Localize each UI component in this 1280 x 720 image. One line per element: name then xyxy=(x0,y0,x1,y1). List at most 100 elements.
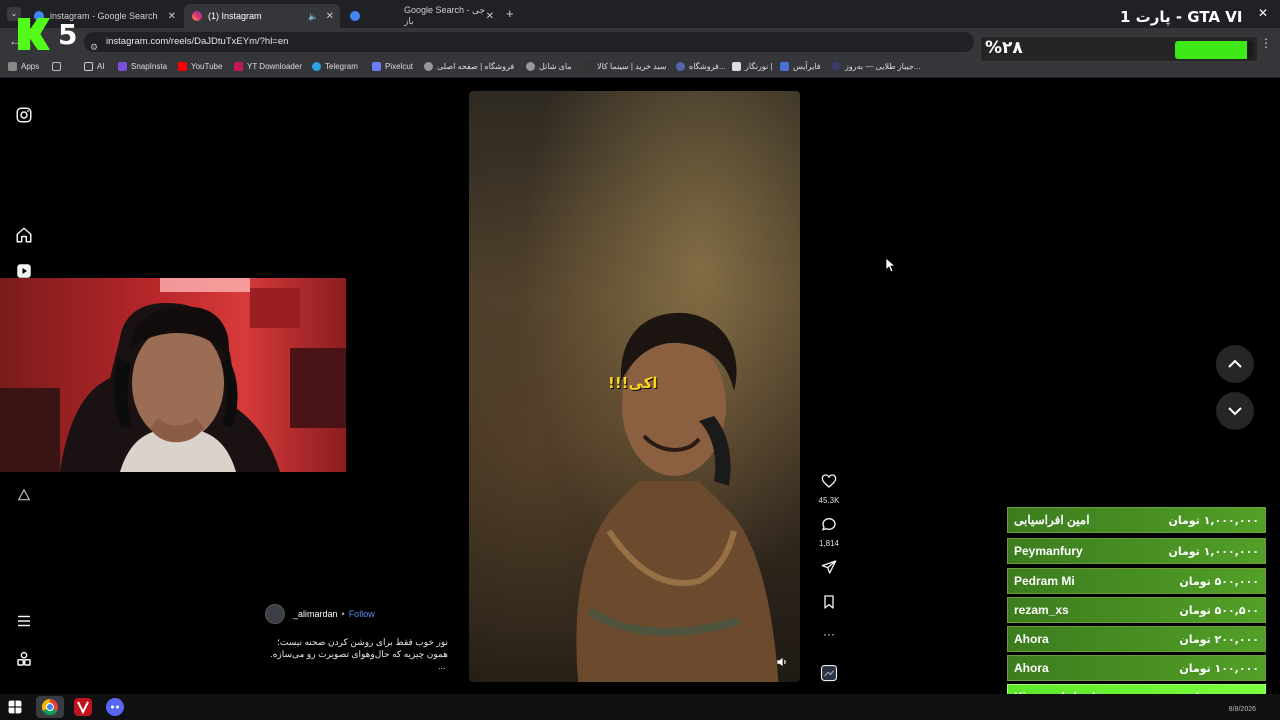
donation-row: Ahora ۱۰۰,۰۰۰ تومان xyxy=(1007,655,1266,681)
send-icon xyxy=(821,560,837,574)
globe-icon xyxy=(526,62,535,71)
app-taskbar-item[interactable] xyxy=(74,698,92,716)
more-options-icon[interactable]: ··· xyxy=(819,627,839,641)
audio-cover-icon xyxy=(820,664,838,682)
tab-instagram[interactable]: (1) Instagram 🔈 ✕ xyxy=(184,4,340,28)
url-field[interactable]: ⚙ instagram.com/reels/DaJDtuTxEYm/?hl=en xyxy=(84,32,974,52)
new-tab-button[interactable]: + xyxy=(506,6,514,21)
follow-button[interactable]: Follow xyxy=(349,609,375,619)
bookmark-fireice[interactable]: فایرآیس xyxy=(780,62,821,71)
home-icon[interactable] xyxy=(15,226,33,244)
speaker-icon[interactable]: 🔈 xyxy=(308,12,318,21)
goal-progress-fill xyxy=(1175,41,1247,59)
bookmark-jibaz[interactable]: جیباز طلایی — به‌روز... xyxy=(832,62,921,71)
save-button[interactable] xyxy=(819,594,839,615)
v-app-icon xyxy=(77,701,89,715)
cinemakala-icon xyxy=(584,62,593,71)
stream-title: پارت 1 - GTA VI xyxy=(1120,8,1243,26)
discord-taskbar-item[interactable] xyxy=(106,698,124,716)
bookmark-apps[interactable]: Apps xyxy=(8,62,39,71)
tab-close-button[interactable]: ✕ xyxy=(486,11,494,22)
bookmark-telegram[interactable]: Telegram xyxy=(312,62,358,71)
instagram-favicon-icon xyxy=(192,11,202,21)
heart-icon xyxy=(821,474,837,488)
next-reel-button[interactable] xyxy=(1216,392,1254,430)
screen: { "browser": { "tabs": [ {"label": "inst… xyxy=(0,0,1280,720)
windows-start-icon[interactable] xyxy=(8,700,22,714)
bookmark-noorangar[interactable]: نورنگار | xyxy=(732,62,772,71)
share-button[interactable] xyxy=(819,559,839,580)
webcam-overlay xyxy=(0,278,346,472)
tab-google-search-2[interactable]: Google Search - جی باز ✕ xyxy=(342,4,500,28)
globe-icon xyxy=(424,62,433,71)
chrome-icon xyxy=(41,698,58,716)
reel-video[interactable]: !!!اکی xyxy=(469,91,800,682)
telegram-icon xyxy=(312,62,321,71)
more-link[interactable]: ... xyxy=(262,660,448,672)
tab-close-button[interactable]: ✕ xyxy=(168,11,176,22)
google-icon xyxy=(350,11,360,21)
chrome-taskbar-item[interactable] xyxy=(36,696,64,718)
comment-count: 1,814 xyxy=(818,539,840,548)
donation-row: Peymanfury ۱,۰۰۰,۰۰۰ تومان xyxy=(1007,538,1266,564)
instagram-logo-icon[interactable] xyxy=(15,106,33,124)
url-text: instagram.com/reels/DaJDtuTxEYm/?hl=en xyxy=(106,36,289,47)
windows-taskbar: 8/8/2026 xyxy=(0,694,1280,720)
description-line: همون چیزیه که حال‌وهوای تصویرت رو می‌ساز… xyxy=(270,649,448,659)
chevron-up-icon xyxy=(1228,359,1242,368)
goal-progress-label: %۲۸ xyxy=(985,38,1023,58)
tab-label: (1) Instagram xyxy=(208,11,262,21)
tab-close-button[interactable]: ✕ xyxy=(326,11,334,22)
kick-logo: 5 xyxy=(18,18,80,52)
threads-icon[interactable] xyxy=(17,488,31,502)
bookmark-grid[interactable] xyxy=(52,62,65,71)
close-icon[interactable]: ✕ xyxy=(1258,6,1268,20)
audio-thumbnail[interactable] xyxy=(819,664,839,687)
like-button[interactable]: 45.3K xyxy=(819,473,839,505)
avatar[interactable] xyxy=(265,604,285,624)
kick-k-icon xyxy=(18,18,50,50)
bookmark-myshatel[interactable]: مای شاتل xyxy=(526,62,572,71)
taskbar-date: 8/8/2026 xyxy=(1228,706,1256,713)
snapinsta-icon xyxy=(118,62,127,71)
yt-downloader-icon xyxy=(234,62,243,71)
donation-row: امین افراسیابی ۱,۰۰۰,۰۰۰ تومان xyxy=(1007,507,1266,533)
bookmark-cinemakala[interactable]: سبد خرید | سینما کالا xyxy=(584,62,666,71)
pixelcut-icon xyxy=(372,62,381,71)
like-count: 45.3K xyxy=(818,496,840,505)
menu-icon[interactable] xyxy=(15,612,33,630)
kick-logo-number: 5 xyxy=(58,18,78,51)
donor-name: Ahora xyxy=(1014,661,1049,675)
separator: • xyxy=(341,609,345,619)
tab-label: Google Search - جی باز xyxy=(404,5,486,26)
browser-menu-icon[interactable]: ⋮ xyxy=(1260,36,1272,50)
donation-amount: ۲۰۰,۰۰۰ تومان xyxy=(1179,632,1259,646)
previous-reel-button[interactable] xyxy=(1216,345,1254,383)
bookmark-snapinsta[interactable]: SnapInsta xyxy=(118,62,167,71)
donation-row: rezam_xs ۵۰۰,۵۰۰ تومان xyxy=(1007,597,1266,623)
video-caption-overlay: !!!اکی xyxy=(608,374,658,392)
donation-amount: ۵۰۰,۵۰۰ تومان xyxy=(1179,603,1259,617)
username[interactable]: _alimardan xyxy=(293,609,338,619)
noorangar-icon xyxy=(732,62,741,71)
goal-progress-bar xyxy=(1175,41,1253,59)
bookmark-pixelcut[interactable]: Pixelcut xyxy=(372,62,413,71)
bookmark-youtube[interactable]: YouTube xyxy=(178,62,222,71)
bookmark-shop[interactable]: فروشگاه... xyxy=(676,62,726,71)
mute-icon[interactable] xyxy=(775,655,789,669)
comment-button[interactable]: 1,814 xyxy=(819,516,839,548)
video-person-image xyxy=(576,312,779,682)
donor-name: امین افراسیابی xyxy=(1014,513,1090,527)
grid-icon xyxy=(52,62,61,71)
bookmark-icon xyxy=(824,595,834,609)
donor-name: rezam_xs xyxy=(1014,603,1069,617)
more-apps-icon[interactable] xyxy=(15,650,33,668)
shop-icon xyxy=(676,62,685,71)
donation-row: Pedram Mi ۵۰۰,۰۰۰ تومان xyxy=(1007,568,1266,594)
bookmark-ai[interactable]: AI xyxy=(84,62,105,71)
donor-name: Pedram Mi xyxy=(1014,574,1075,588)
fireice-icon xyxy=(780,62,789,71)
bookmark-shop-home[interactable]: فروشگاه | صفحه اصلی xyxy=(424,62,514,71)
bookmark-yt-downloader[interactable]: YT Downloader xyxy=(234,62,302,71)
site-info-icon[interactable]: ⚙ xyxy=(90,37,98,57)
